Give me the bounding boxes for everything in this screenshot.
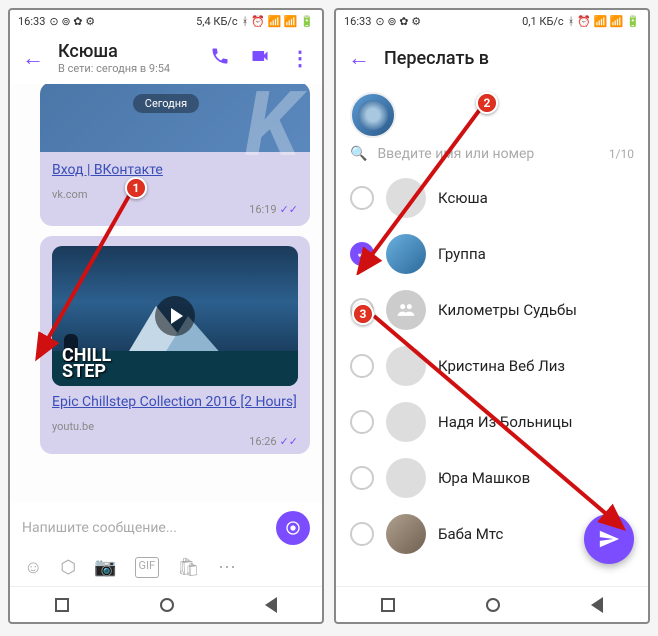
yt-link[interactable]: Epic Chillstep Collection 2016 [2 Hours] xyxy=(52,394,298,410)
nav-back-icon[interactable] xyxy=(265,597,277,613)
status-bar: 16:33 ⊙ ⊚ ✿ ⚙ 0,1 КБ/с ᚼ ⏰ 📶 📶 🔋 xyxy=(336,10,648,32)
contact-row[interactable]: Кристина Веб Лиз xyxy=(336,338,648,394)
forward-title: Переслать в xyxy=(384,48,489,69)
status-bar: 16:33 ⊙ ⊚ ✿ ⚙ 5,4 КБ/с ᚼ ⏰ 📶 📶 🔋 xyxy=(10,10,322,32)
contact-avatar xyxy=(386,234,426,274)
msg-time: 16:19 xyxy=(249,203,276,216)
selected-group-avatar xyxy=(350,92,396,138)
chat-title: Ксюша xyxy=(58,41,210,62)
phone-forward: 16:33 ⊙ ⊚ ✿ ⚙ 0,1 КБ/с ᚼ ⏰ 📶 📶 🔋 ← Перес… xyxy=(334,8,650,624)
contact-name: Юра Машков xyxy=(438,469,530,487)
message-input[interactable]: Напишите сообщение... xyxy=(22,520,268,536)
read-checks-icon: ✓✓ xyxy=(280,203,298,216)
android-nav-bar xyxy=(10,586,322,622)
nav-home-icon[interactable] xyxy=(486,598,500,612)
contact-avatar xyxy=(386,290,426,330)
contact-radio[interactable] xyxy=(350,522,374,546)
video-call-icon[interactable] xyxy=(248,46,272,70)
chat-header: ← Ксюша В сети: сегодня в 9:54 ⋮ xyxy=(10,32,322,84)
back-icon[interactable]: ← xyxy=(348,45,370,71)
msg-time: 16:26 xyxy=(249,435,276,448)
call-icon[interactable] xyxy=(210,46,230,70)
contact-radio[interactable] xyxy=(350,354,374,378)
contact-name: Баба Мтс xyxy=(438,525,503,543)
shop-icon[interactable]: 🛍 xyxy=(177,557,200,578)
contact-avatar xyxy=(386,178,426,218)
selection-counter: 1/10 xyxy=(609,147,634,161)
phone-chat: 16:33 ⊙ ⊚ ✿ ⚙ 5,4 КБ/с ᚼ ⏰ 📶 📶 🔋 ← Ксюша… xyxy=(8,8,324,624)
camera-icon[interactable]: 📷 xyxy=(94,557,116,578)
play-icon[interactable] xyxy=(155,296,195,336)
bt-icon: ᚼ ⏰ 📶 📶 🔋 xyxy=(568,15,640,28)
emoji-icon[interactable]: ☺ xyxy=(24,557,42,578)
status-time: 16:33 xyxy=(344,15,371,28)
contact-radio[interactable] xyxy=(350,186,374,210)
send-fab[interactable] xyxy=(584,514,634,564)
contact-row[interactable]: Ксюша xyxy=(336,170,648,226)
video-thumbnail[interactable]: CHILLSTEP xyxy=(52,246,298,386)
voice-send-button[interactable] xyxy=(276,511,310,545)
search-row[interactable]: 🔍 Введите имя или номер 1/10 xyxy=(336,138,648,170)
status-icon: ⊙ ⊚ ✿ ⚙ xyxy=(49,15,95,28)
contact-avatar xyxy=(386,402,426,442)
contact-name: Группа xyxy=(438,245,486,263)
contact-row[interactable]: Надя Из Больницы xyxy=(336,394,648,450)
day-chip: Сегодня xyxy=(133,94,199,113)
contact-avatar xyxy=(386,458,426,498)
more-icon[interactable]: ⋮ xyxy=(290,46,310,70)
gif-icon[interactable]: GIF xyxy=(135,557,160,578)
search-input[interactable]: Введите имя или номер xyxy=(377,146,534,162)
message-youtube[interactable]: CHILLSTEP Epic Chillstep Collection 2016… xyxy=(40,236,310,454)
vk-domain: vk.com xyxy=(52,188,298,201)
nav-recent-icon[interactable] xyxy=(381,598,395,612)
annotation-marker-1: 1 xyxy=(125,177,147,199)
more-attach-icon[interactable]: ⋯ xyxy=(218,557,236,578)
nav-home-icon[interactable] xyxy=(160,598,174,612)
contact-avatar xyxy=(386,514,426,554)
status-time: 16:33 xyxy=(18,15,45,28)
contact-radio[interactable] xyxy=(350,410,374,434)
data-rate: 0,1 КБ/с xyxy=(522,15,564,28)
nav-recent-icon[interactable] xyxy=(55,598,69,612)
read-checks-icon: ✓✓ xyxy=(280,435,298,448)
sticker-icon[interactable]: ⬡ xyxy=(60,557,76,578)
contact-row[interactable]: ✓ Группа xyxy=(336,226,648,282)
bt-icon: ᚼ ⏰ 📶 📶 🔋 xyxy=(242,15,314,28)
contact-name: Ксюша xyxy=(438,189,488,207)
contact-name: Кристина Веб Лиз xyxy=(438,357,565,375)
contact-name: Километры Судьбы xyxy=(438,301,577,319)
status-icon: ⊙ ⊚ ✿ ⚙ xyxy=(375,15,421,28)
contact-avatar xyxy=(386,346,426,386)
android-nav-bar xyxy=(336,586,648,622)
nav-back-icon[interactable] xyxy=(591,597,603,613)
yt-domain: youtu.be xyxy=(52,420,298,433)
data-rate: 5,4 КБ/с xyxy=(196,15,238,28)
contact-name: Надя Из Больницы xyxy=(438,413,572,431)
annotation-marker-2: 2 xyxy=(476,92,498,114)
chat-body: Сегодня K Вход | ВКонтакте vk.com 16:19✓… xyxy=(10,84,322,503)
contact-row[interactable]: Юра Машков xyxy=(336,450,648,506)
contact-radio[interactable] xyxy=(350,466,374,490)
forward-header: ← Переслать в xyxy=(336,32,648,84)
back-icon[interactable]: ← xyxy=(22,45,44,71)
contact-row[interactable]: Километры Судьбы xyxy=(336,282,648,338)
annotation-marker-3: 3 xyxy=(352,303,374,325)
search-icon: 🔍 xyxy=(350,146,367,162)
message-input-bar: Напишите сообщение... xyxy=(10,503,322,553)
attachment-bar: ☺ ⬡ 📷 GIF 🛍 ⋯ xyxy=(10,553,322,586)
chat-subtitle: В сети: сегодня в 9:54 xyxy=(58,62,210,75)
contact-radio[interactable]: ✓ xyxy=(350,242,374,266)
